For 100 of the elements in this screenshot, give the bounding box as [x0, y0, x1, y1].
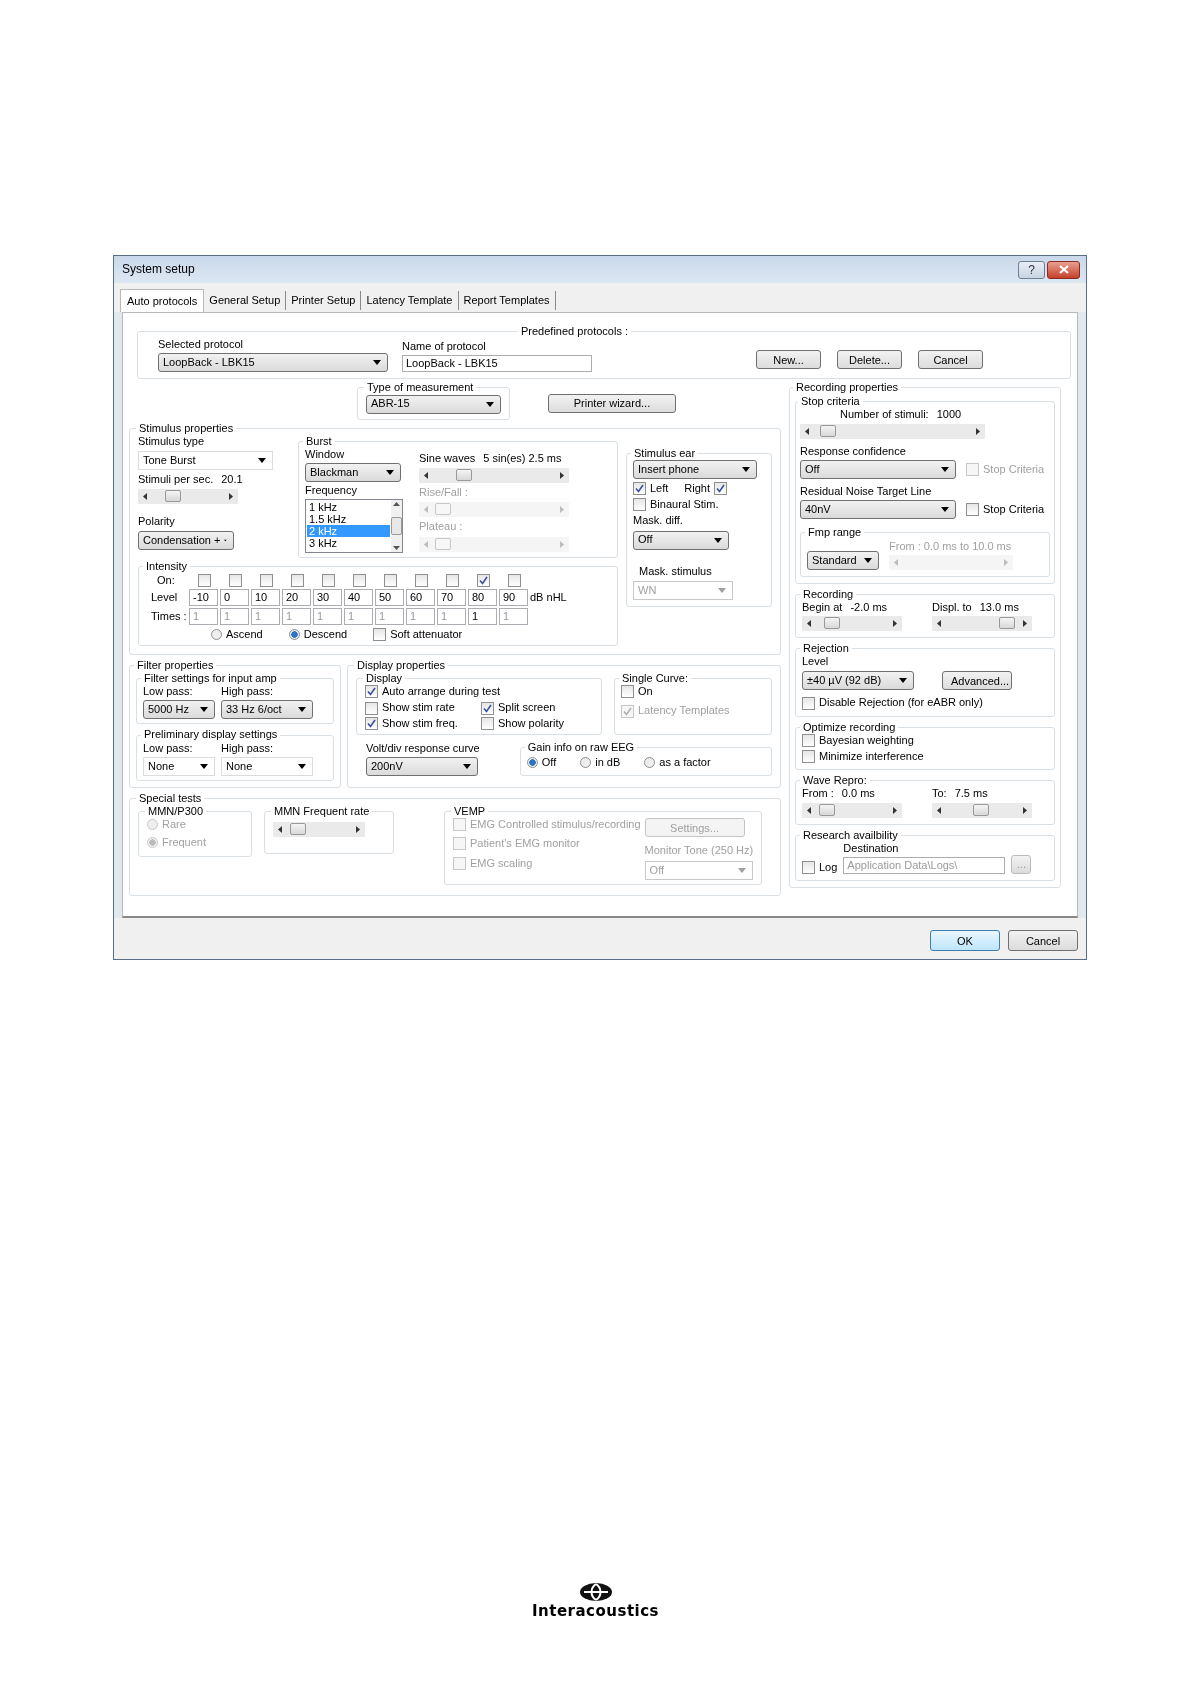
dropdown[interactable]: ABR-15	[366, 394, 501, 414]
checkbox[interactable]	[508, 573, 521, 587]
input-field[interactable]: 20	[282, 588, 311, 606]
slider-thumb[interactable]	[819, 803, 835, 816]
dropdown[interactable]: None	[221, 756, 313, 776]
dropdown[interactable]: Off	[633, 530, 729, 550]
dropdown[interactable]: ±40 µV (92 dB)	[802, 671, 914, 691]
close-button[interactable]	[1047, 260, 1080, 279]
new-button[interactable]: New...	[756, 350, 821, 370]
slider-track[interactable]	[419, 468, 569, 484]
dropdown[interactable]: Blackman	[305, 463, 401, 483]
checkbox[interactable]	[633, 498, 646, 512]
input-field[interactable]: 40	[344, 588, 373, 606]
slider-thumb[interactable]	[289, 823, 306, 836]
input-field[interactable]: 90	[499, 588, 528, 606]
dropdown[interactable]: Tone Burst	[138, 450, 273, 470]
printer-wizard-button[interactable]: Printer wizard...	[548, 393, 676, 413]
list-item[interactable]: 1.5 kHz	[307, 513, 390, 526]
slider-track[interactable]	[932, 616, 1032, 632]
slider-thumb[interactable]	[824, 617, 840, 630]
tab[interactable]: Report Templates	[458, 291, 556, 310]
slider-thumb[interactable]	[999, 617, 1015, 630]
checkbox[interactable]	[260, 573, 273, 587]
list-item[interactable]: 1 kHz	[307, 501, 390, 514]
input-field[interactable]: 70	[437, 588, 466, 606]
field-label: From :	[802, 787, 834, 801]
slider-track[interactable]	[932, 802, 1032, 818]
input-field[interactable]: -10	[189, 588, 218, 606]
dropdown[interactable]: LoopBack - LBK15	[158, 353, 388, 373]
slider-track[interactable]	[802, 802, 902, 818]
slider-track[interactable]	[802, 616, 902, 632]
advanced-button[interactable]: Advanced...	[942, 671, 1012, 691]
input-field[interactable]: 1	[468, 607, 497, 625]
checkbox[interactable]	[481, 716, 494, 730]
radio-button[interactable]	[211, 628, 222, 640]
field-label: Level	[151, 590, 179, 604]
slider-track[interactable]	[273, 822, 365, 838]
radio-button[interactable]	[580, 757, 592, 769]
input-field[interactable]: 0	[220, 588, 249, 606]
dropdown[interactable]: 33 Hz 6/oct	[221, 700, 313, 720]
dropdown[interactable]: 200nV	[366, 757, 478, 777]
checkbox[interactable]	[198, 573, 211, 587]
help-button[interactable]: ?	[1018, 260, 1045, 279]
checkbox[interactable]	[802, 733, 815, 747]
slider-track[interactable]	[138, 489, 238, 505]
field-label: 5 sin(es) 2.5 ms	[483, 451, 562, 466]
checkbox[interactable]	[384, 573, 397, 587]
input-field[interactable]: 30	[313, 588, 342, 606]
checkbox[interactable]	[714, 482, 728, 496]
tab[interactable]: General Setup	[204, 291, 287, 310]
input-field[interactable]: 60	[406, 588, 435, 606]
cancel-button[interactable]: Cancel	[918, 350, 983, 370]
checkbox[interactable]	[353, 573, 366, 587]
dropdown[interactable]: Condensation +	[138, 531, 234, 551]
tab[interactable]: Printer Setup	[286, 291, 362, 310]
checkbox[interactable]	[633, 482, 646, 496]
checkbox[interactable]	[322, 573, 335, 587]
checkbox[interactable]	[802, 696, 815, 710]
input-field[interactable]: 50	[375, 588, 404, 606]
checkbox[interactable]	[373, 627, 387, 641]
input-field[interactable]: 80	[468, 588, 497, 606]
input-field[interactable]: 10	[251, 588, 280, 606]
checkbox[interactable]	[291, 573, 304, 587]
input-field[interactable]: LoopBack - LBK15	[402, 355, 592, 373]
checkbox[interactable]	[415, 573, 428, 587]
cancel-button[interactable]: Cancel	[1008, 930, 1078, 951]
group-title: Optimize recording	[802, 720, 897, 734]
slider-thumb[interactable]	[165, 490, 181, 503]
checkbox[interactable]	[365, 716, 378, 730]
slider-thumb[interactable]	[973, 803, 989, 816]
radio-button[interactable]	[644, 757, 656, 769]
dropdown[interactable]: 40nV	[800, 500, 956, 520]
checkbox[interactable]	[621, 685, 634, 699]
radio-button[interactable]	[288, 628, 300, 640]
slider-track[interactable]	[800, 423, 985, 439]
tab[interactable]: Latency Template	[361, 291, 459, 310]
dropdown[interactable]: Off	[800, 460, 956, 480]
caret-icon	[899, 678, 907, 684]
checkbox[interactable]	[446, 573, 459, 587]
ok-button[interactable]: OK	[930, 930, 1000, 951]
checkbox[interactable]	[229, 573, 242, 587]
checkbox[interactable]	[966, 503, 979, 517]
scroll-thumb[interactable]	[391, 517, 402, 536]
tab[interactable]: Auto protocols	[120, 289, 205, 312]
dropdown[interactable]: None	[143, 756, 215, 776]
slider-thumb[interactable]	[819, 424, 836, 437]
dropdown[interactable]: Insert phone	[633, 459, 757, 479]
checkbox[interactable]	[481, 701, 494, 715]
radio-button[interactable]	[526, 757, 538, 769]
delete-button[interactable]: Delete...	[837, 350, 902, 370]
checkbox[interactable]	[802, 860, 815, 874]
slider-thumb[interactable]	[456, 469, 472, 482]
list-item[interactable]: 3 kHz	[307, 537, 390, 550]
dropdown[interactable]: 5000 Hz	[143, 700, 215, 720]
scrollbar[interactable]	[391, 500, 402, 553]
checkbox[interactable]	[802, 750, 815, 764]
checkbox[interactable]	[365, 685, 378, 699]
checkbox[interactable]	[477, 573, 490, 587]
checkbox[interactable]	[365, 701, 378, 715]
dropdown[interactable]: Standard	[807, 550, 879, 570]
